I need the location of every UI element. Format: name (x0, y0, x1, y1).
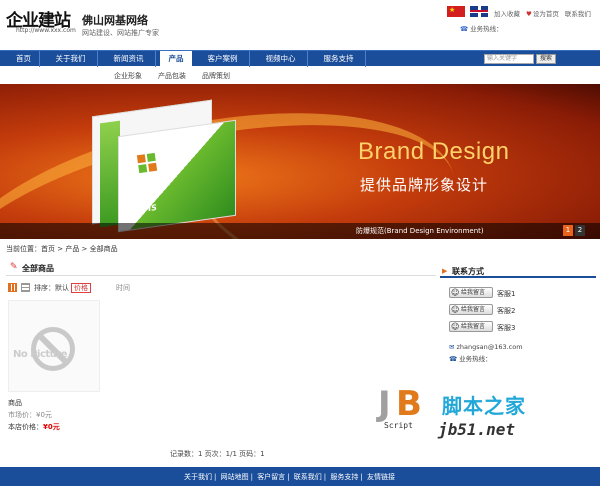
subnav-item-branding[interactable]: 品牌策划 (202, 71, 230, 81)
qq-label-1: 客服1 (497, 290, 516, 298)
qq-label-3: 客服3 (497, 324, 516, 332)
banner-title: Brand Design (358, 138, 510, 165)
search-button[interactable]: 搜索 (536, 54, 556, 64)
hero-banner[interactable] (0, 84, 600, 239)
footer: 关于我们 | 网站地图 | 客户留言 | 联系我们 | 服务支持 | 友情链接 (0, 467, 600, 486)
subnav-item-packaging[interactable]: 产品包装 (158, 71, 186, 81)
page: 企业建站 http://www.xxx.com 佛山网基网络 网站建设、网站推广… (0, 0, 600, 486)
footer-link-friends[interactable]: 友情链接 (367, 473, 395, 481)
sort-by-time[interactable]: 时间 (116, 283, 130, 293)
nav-item-support[interactable]: 服务支持 (312, 51, 366, 67)
qq-message-button-3[interactable]: 给我留言 (449, 321, 493, 332)
qq-message-button-2[interactable]: 给我留言 (449, 304, 493, 315)
banner-caption: 防爆规范(Brand Design Environment) (356, 227, 484, 235)
chinese-flag-icon[interactable] (447, 6, 465, 17)
add-favorite-link[interactable]: 加入收藏 (494, 10, 520, 18)
heart-icon: ♥ (526, 10, 532, 18)
banner-page-2[interactable]: 2 (575, 225, 585, 236)
site-slogan: 网站建设、网站推广专家 (82, 29, 159, 37)
product-thumbnail[interactable]: No Picture (8, 300, 100, 392)
footer-link-guestbook[interactable]: 客户留言 (257, 473, 285, 481)
main-nav: 首页 关于我们 新闻资讯 产品 客户案例 视频中心 服务支持 输入关键字 搜索 (0, 50, 600, 67)
nav-item-news[interactable]: 新闻资讯 (102, 51, 156, 67)
list-view-icon[interactable] (21, 283, 30, 292)
sort-by-price[interactable]: 价格 (71, 283, 91, 293)
top-links: 加入收藏 ♥设为首页 联系我们 (494, 8, 597, 18)
qq-message-button-1[interactable]: 给我留言 (449, 287, 493, 298)
banner-subtitle: 提供品牌形象设计 (360, 176, 489, 194)
footer-link-contact[interactable]: 联系我们 (294, 473, 322, 481)
footer-links: 关于我们 | 网站地图 | 客户留言 | 联系我们 | 服务支持 | 友情链接 (184, 473, 395, 481)
no-picture-text: No Picture (13, 349, 68, 360)
contact-header: ▶ 联系方式 (440, 264, 596, 278)
binder-spine (100, 120, 120, 228)
contact-phone: ☎ 业务热线： (449, 355, 492, 363)
product-market-price: 市场价：¥0元 (8, 411, 52, 419)
breadcrumb: 当前位置：首页 > 产品 > 全部商品 (6, 245, 118, 253)
jb51-watermark-logo: JB Script (378, 384, 422, 430)
banner-page-1[interactable]: 1 (563, 225, 573, 236)
watermark-url: jb51.net (438, 420, 516, 439)
contact-title: 联系方式 (452, 267, 484, 276)
panel-title: 全部商品 (22, 264, 54, 273)
binder-logo-icon (136, 152, 158, 174)
uk-flag-icon[interactable] (470, 6, 488, 17)
nav-item-video[interactable]: 视频中心 (254, 51, 308, 67)
binder-image-front (118, 119, 236, 233)
pen-icon: ✎ (10, 262, 18, 272)
footer-link-about[interactable]: 关于我们 (184, 473, 212, 481)
sort-default[interactable]: 排序：默认 (34, 283, 69, 293)
product-shop-price: 本店价格：¥0元 (8, 423, 60, 431)
logo-url: http://www.xxx.com (16, 27, 76, 34)
arrow-icon: ▶ (442, 267, 448, 275)
nav-item-products[interactable]: 产品 (160, 51, 192, 67)
qq-label-2: 客服2 (497, 307, 516, 315)
hotline: ☎ 业务热线： (460, 25, 503, 33)
sub-nav: 企业形象 产品包装 品牌策划 (0, 67, 600, 83)
contact-email: ✉ zhangsan@163.com (449, 343, 523, 351)
products-panel-header: ✎ 全部商品 (6, 258, 436, 276)
nav-item-about[interactable]: 关于我们 (44, 51, 98, 67)
phone-icon: ☎ (449, 355, 458, 363)
watermark-cn-text: 脚本之家 (442, 394, 526, 418)
footer-link-support[interactable]: 服务支持 (330, 473, 358, 481)
phone-icon: ☎ (460, 25, 469, 33)
product-name[interactable]: 商品 (8, 398, 22, 408)
subnav-item-image[interactable]: 企业形象 (114, 71, 142, 81)
pagination: 记录数：1 页次：1/1 页码：1 (170, 450, 265, 458)
site-name: 佛山网基网络 (82, 14, 148, 27)
grid-view-icon[interactable] (8, 283, 17, 292)
footer-link-sitemap[interactable]: 网站地图 (221, 473, 249, 481)
search-input[interactable]: 输入关键字 (484, 54, 534, 64)
banner-caption-bar: 防爆规范(Brand Design Environment) 1 2 (0, 223, 600, 239)
nav-item-home[interactable]: 首页 (8, 51, 40, 67)
mail-icon: ✉ (449, 343, 455, 351)
contact-link[interactable]: 联系我们 (565, 10, 591, 18)
nav-item-cases[interactable]: 客户案例 (196, 51, 250, 67)
set-homepage-link[interactable]: 设为首页 (533, 10, 559, 18)
